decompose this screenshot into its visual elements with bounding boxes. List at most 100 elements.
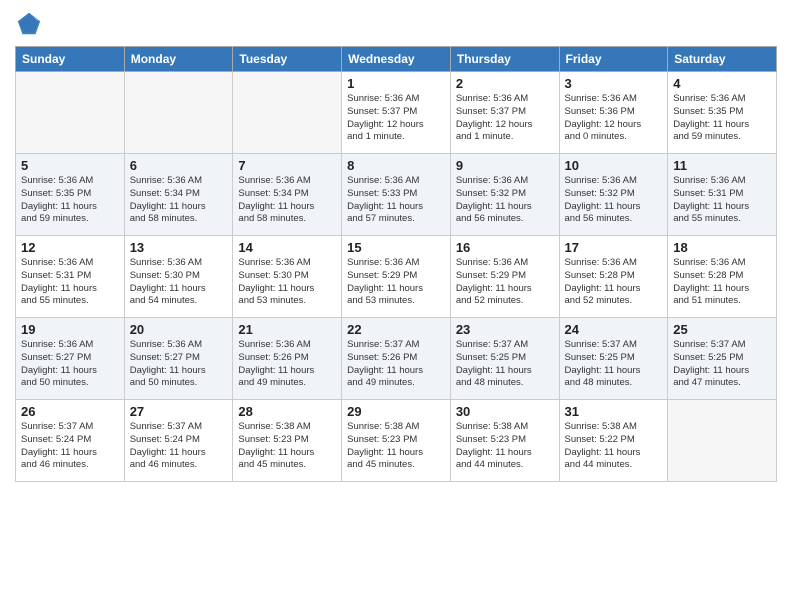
day-number: 10: [565, 158, 663, 173]
day-number: 7: [238, 158, 336, 173]
weekday-header: Friday: [559, 47, 668, 72]
day-info: Sunrise: 5:36 AM Sunset: 5:32 PM Dayligh…: [456, 175, 554, 226]
day-info: Sunrise: 5:36 AM Sunset: 5:28 PM Dayligh…: [673, 257, 771, 308]
day-info: Sunrise: 5:38 AM Sunset: 5:22 PM Dayligh…: [565, 421, 663, 472]
calendar-day-cell: 12 Sunrise: 5:36 AM Sunset: 5:31 PM Dayli…: [16, 236, 125, 318]
calendar-day-cell: [668, 400, 777, 482]
day-info: Sunrise: 5:36 AM Sunset: 5:29 PM Dayligh…: [347, 257, 445, 308]
calendar-day-cell: [233, 72, 342, 154]
day-number: 4: [673, 76, 771, 91]
day-number: 21: [238, 322, 336, 337]
day-number: 5: [21, 158, 119, 173]
calendar-day-cell: 23Sunrise: 5:37 AM Sunset: 5:25 PM Dayli…: [450, 318, 559, 400]
calendar-week-row: 5 Sunrise: 5:36 AM Sunset: 5:35 PM Daylig…: [16, 154, 777, 236]
day-info: Sunrise: 5:36 AM Sunset: 5:33 PM Dayligh…: [347, 175, 445, 226]
day-info: Sunrise: 5:36 AM Sunset: 5:26 PM Dayligh…: [238, 339, 336, 390]
day-number: 6: [130, 158, 228, 173]
calendar-day-cell: [16, 72, 125, 154]
calendar-day-cell: 15Sunrise: 5:36 AM Sunset: 5:29 PM Dayli…: [342, 236, 451, 318]
calendar-week-row: 1 Sunrise: 5:36 AM Sunset: 5:37 PM Daylig…: [16, 72, 777, 154]
day-info: Sunrise: 5:36 AM Sunset: 5:34 PM Dayligh…: [130, 175, 228, 226]
day-info: Sunrise: 5:38 AM Sunset: 5:23 PM Dayligh…: [347, 421, 445, 472]
calendar-day-cell: 31 Sunrise: 5:38 AM Sunset: 5:22 PM Dayli…: [559, 400, 668, 482]
calendar-day-cell: 24 Sunrise: 5:37 AM Sunset: 5:25 PM Dayli…: [559, 318, 668, 400]
calendar-day-cell: 21 Sunrise: 5:36 AM Sunset: 5:26 PM Dayli…: [233, 318, 342, 400]
calendar-day-cell: 17Sunrise: 5:36 AM Sunset: 5:28 PM Dayli…: [559, 236, 668, 318]
weekday-header: Saturday: [668, 47, 777, 72]
day-number: 22: [347, 322, 445, 337]
calendar-day-cell: 14 Sunrise: 5:36 AM Sunset: 5:30 PM Dayli…: [233, 236, 342, 318]
day-number: 29: [347, 404, 445, 419]
calendar-day-cell: 28 Sunrise: 5:38 AM Sunset: 5:23 PM Dayli…: [233, 400, 342, 482]
day-number: 3: [565, 76, 663, 91]
day-info: Sunrise: 5:37 AM Sunset: 5:25 PM Dayligh…: [565, 339, 663, 390]
weekday-header: Monday: [124, 47, 233, 72]
day-number: 23: [456, 322, 554, 337]
day-info: Sunrise: 5:36 AM Sunset: 5:27 PM Dayligh…: [21, 339, 119, 390]
weekday-header: Wednesday: [342, 47, 451, 72]
day-number: 25: [673, 322, 771, 337]
calendar-day-cell: 27 Sunrise: 5:37 AM Sunset: 5:24 PM Dayli…: [124, 400, 233, 482]
page-header: [15, 10, 777, 38]
calendar-day-cell: 10 Sunrise: 5:36 AM Sunset: 5:32 PM Dayli…: [559, 154, 668, 236]
day-info: Sunrise: 5:36 AM Sunset: 5:29 PM Dayligh…: [456, 257, 554, 308]
calendar-day-cell: 7 Sunrise: 5:36 AM Sunset: 5:34 PM Daylig…: [233, 154, 342, 236]
day-number: 28: [238, 404, 336, 419]
logo-icon: [15, 10, 43, 38]
calendar-day-cell: 16 Sunrise: 5:36 AM Sunset: 5:29 PM Dayli…: [450, 236, 559, 318]
calendar-day-cell: 26 Sunrise: 5:37 AM Sunset: 5:24 PM Dayli…: [16, 400, 125, 482]
day-info: Sunrise: 5:36 AM Sunset: 5:37 PM Dayligh…: [456, 93, 554, 144]
day-info: Sunrise: 5:38 AM Sunset: 5:23 PM Dayligh…: [238, 421, 336, 472]
day-info: Sunrise: 5:36 AM Sunset: 5:27 PM Dayligh…: [130, 339, 228, 390]
day-info: Sunrise: 5:36 AM Sunset: 5:35 PM Dayligh…: [673, 93, 771, 144]
day-info: Sunrise: 5:36 AM Sunset: 5:31 PM Dayligh…: [21, 257, 119, 308]
day-number: 31: [565, 404, 663, 419]
weekday-header-row: SundayMondayTuesdayWednesdayThursdayFrid…: [16, 47, 777, 72]
page-container: SundayMondayTuesdayWednesdayThursdayFrid…: [0, 0, 792, 492]
calendar-day-cell: 2 Sunrise: 5:36 AM Sunset: 5:37 PM Daylig…: [450, 72, 559, 154]
calendar-week-row: 26 Sunrise: 5:37 AM Sunset: 5:24 PM Dayli…: [16, 400, 777, 482]
calendar-day-cell: 8 Sunrise: 5:36 AM Sunset: 5:33 PM Daylig…: [342, 154, 451, 236]
day-number: 2: [456, 76, 554, 91]
calendar-day-cell: 29 Sunrise: 5:38 AM Sunset: 5:23 PM Dayli…: [342, 400, 451, 482]
day-number: 26: [21, 404, 119, 419]
day-info: Sunrise: 5:37 AM Sunset: 5:24 PM Dayligh…: [21, 421, 119, 472]
day-number: 13: [130, 240, 228, 255]
day-info: Sunrise: 5:36 AM Sunset: 5:31 PM Dayligh…: [673, 175, 771, 226]
day-number: 1: [347, 76, 445, 91]
logo: [15, 10, 46, 38]
calendar-day-cell: 11 Sunrise: 5:36 AM Sunset: 5:31 PM Dayli…: [668, 154, 777, 236]
day-number: 20: [130, 322, 228, 337]
day-info: Sunrise: 5:37 AM Sunset: 5:24 PM Dayligh…: [130, 421, 228, 472]
calendar-day-cell: 9 Sunrise: 5:36 AM Sunset: 5:32 PM Daylig…: [450, 154, 559, 236]
day-info: Sunrise: 5:36 AM Sunset: 5:34 PM Dayligh…: [238, 175, 336, 226]
day-number: 8: [347, 158, 445, 173]
day-number: 9: [456, 158, 554, 173]
day-number: 12: [21, 240, 119, 255]
day-number: 30: [456, 404, 554, 419]
day-info: Sunrise: 5:38 AM Sunset: 5:23 PM Dayligh…: [456, 421, 554, 472]
calendar-day-cell: 13 Sunrise: 5:36 AM Sunset: 5:30 PM Dayli…: [124, 236, 233, 318]
weekday-header: Sunday: [16, 47, 125, 72]
day-number: 18: [673, 240, 771, 255]
day-info: Sunrise: 5:36 AM Sunset: 5:37 PM Dayligh…: [347, 93, 445, 144]
weekday-header: Thursday: [450, 47, 559, 72]
calendar-day-cell: 25Sunrise: 5:37 AM Sunset: 5:25 PM Dayli…: [668, 318, 777, 400]
calendar-day-cell: 1 Sunrise: 5:36 AM Sunset: 5:37 PM Daylig…: [342, 72, 451, 154]
day-number: 17: [565, 240, 663, 255]
calendar-day-cell: 3Sunrise: 5:36 AM Sunset: 5:36 PM Daylig…: [559, 72, 668, 154]
day-number: 27: [130, 404, 228, 419]
calendar-week-row: 19Sunrise: 5:36 AM Sunset: 5:27 PM Dayli…: [16, 318, 777, 400]
day-info: Sunrise: 5:36 AM Sunset: 5:30 PM Dayligh…: [130, 257, 228, 308]
calendar-day-cell: 4 Sunrise: 5:36 AM Sunset: 5:35 PM Daylig…: [668, 72, 777, 154]
day-number: 14: [238, 240, 336, 255]
day-info: Sunrise: 5:36 AM Sunset: 5:30 PM Dayligh…: [238, 257, 336, 308]
calendar-week-row: 12 Sunrise: 5:36 AM Sunset: 5:31 PM Dayli…: [16, 236, 777, 318]
day-number: 24: [565, 322, 663, 337]
calendar-day-cell: [124, 72, 233, 154]
day-info: Sunrise: 5:36 AM Sunset: 5:32 PM Dayligh…: [565, 175, 663, 226]
day-info: Sunrise: 5:36 AM Sunset: 5:35 PM Dayligh…: [21, 175, 119, 226]
calendar-day-cell: 5 Sunrise: 5:36 AM Sunset: 5:35 PM Daylig…: [16, 154, 125, 236]
day-number: 16: [456, 240, 554, 255]
day-number: 11: [673, 158, 771, 173]
